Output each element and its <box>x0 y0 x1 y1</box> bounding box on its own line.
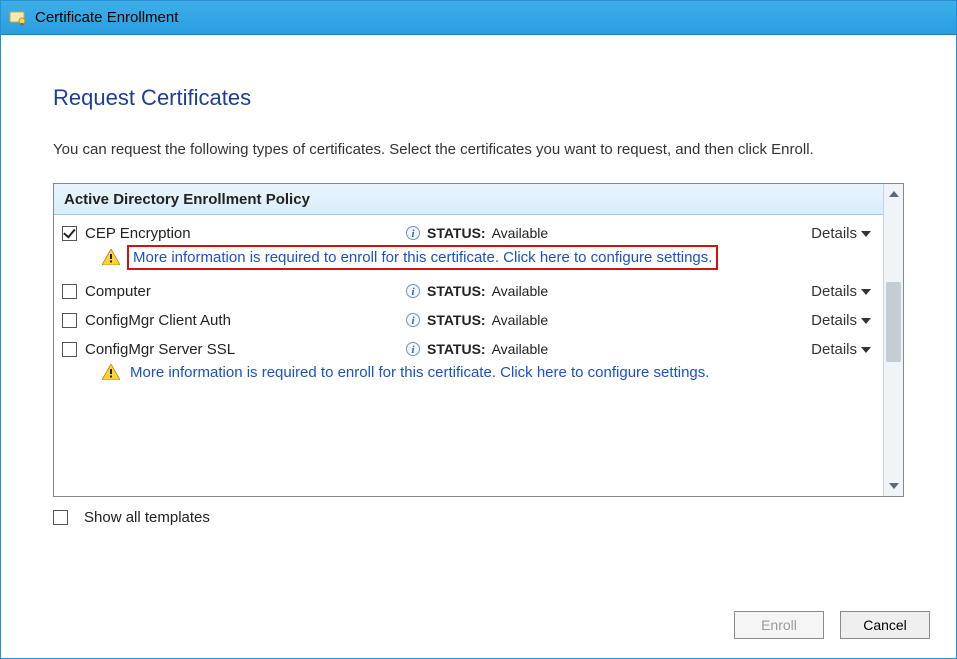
details-label: Details <box>811 341 857 358</box>
more-info-line: More information is required to enroll f… <box>102 364 871 381</box>
certificate-name: Computer <box>85 283 405 300</box>
certificate-row: ConfigMgr Server SSLi STATUS: Available Det… <box>54 333 883 389</box>
chevron-down-icon <box>861 342 871 356</box>
certificate-checkbox[interactable] <box>62 284 77 299</box>
info-icon: i <box>405 341 421 357</box>
status-value: Available <box>492 225 549 241</box>
chevron-down-icon <box>861 226 871 240</box>
scrollbar[interactable] <box>883 184 903 496</box>
status-column: i STATUS: Available <box>405 283 811 299</box>
more-info-link[interactable]: More information is required to enroll f… <box>130 248 715 267</box>
status-column: i STATUS: Available <box>405 312 811 328</box>
footer: Enroll Cancel <box>1 592 956 658</box>
status-label: STATUS: <box>427 225 486 241</box>
status-label: STATUS: <box>427 312 486 328</box>
certificate-name: ConfigMgr Client Auth <box>85 312 405 329</box>
status-column: i STATUS: Available <box>405 225 811 241</box>
certificate-row: ConfigMgr Client Authi STATUS: Available De… <box>54 304 883 333</box>
status-label: STATUS: <box>427 283 486 299</box>
info-icon: i <box>405 225 421 241</box>
certificate-row-main: CEP Encryptioni STATUS: Available Details <box>62 225 871 242</box>
details-toggle[interactable]: Details <box>811 225 871 242</box>
status-value: Available <box>492 283 549 299</box>
certificate-listbox: Active Directory Enrollment Policy CEP E… <box>53 183 904 497</box>
instructions-text: You can request the following types of c… <box>53 139 904 161</box>
window-frame: Certificate Enrollment Request Certifica… <box>0 0 957 659</box>
content-area: Request Certificates You can request the… <box>1 35 956 592</box>
info-icon: i <box>405 283 421 299</box>
certificate-list-scroll: Active Directory Enrollment Policy CEP E… <box>54 184 883 496</box>
status-value: Available <box>492 341 549 357</box>
details-toggle[interactable]: Details <box>811 283 871 300</box>
warning-icon <box>102 249 120 265</box>
chevron-down-icon <box>861 284 871 298</box>
certificate-checkbox[interactable] <box>62 342 77 357</box>
certificate-row-main: ConfigMgr Server SSLi STATUS: Available Det… <box>62 341 871 358</box>
show-all-label: Show all templates <box>84 509 210 526</box>
show-all-checkbox[interactable] <box>53 510 68 525</box>
certificate-row-main: ConfigMgr Client Authi STATUS: Available De… <box>62 312 871 329</box>
cancel-button[interactable]: Cancel <box>840 611 930 639</box>
chevron-down-icon <box>861 313 871 327</box>
more-info-line: More information is required to enroll f… <box>102 248 871 267</box>
certificate-row-main: Computeri STATUS: Available Details <box>62 283 871 300</box>
warning-icon <box>102 364 120 380</box>
status-column: i STATUS: Available <box>405 341 811 357</box>
certificate-checkbox[interactable] <box>62 313 77 328</box>
certificate-name: ConfigMgr Server SSL <box>85 341 405 358</box>
policy-header: Active Directory Enrollment Policy <box>54 184 883 215</box>
show-all-row: Show all templates <box>53 509 904 526</box>
titlebar: Certificate Enrollment <box>1 1 956 35</box>
details-label: Details <box>811 283 857 300</box>
status-value: Available <box>492 312 549 328</box>
enroll-button[interactable]: Enroll <box>734 611 824 639</box>
certificate-checkbox[interactable] <box>62 226 77 241</box>
certificate-name: CEP Encryption <box>85 225 405 242</box>
details-label: Details <box>811 225 857 242</box>
scroll-down-button[interactable] <box>884 476 903 496</box>
status-label: STATUS: <box>427 341 486 357</box>
certificate-rows: CEP EncryptioniSTATUS:AvailableDetailsMo… <box>54 215 883 395</box>
scroll-track[interactable] <box>884 204 903 476</box>
details-toggle[interactable]: Details <box>811 312 871 329</box>
window-title: Certificate Enrollment <box>35 9 178 26</box>
page-title: Request Certificates <box>53 85 904 111</box>
details-label: Details <box>811 312 857 329</box>
scroll-thumb[interactable] <box>886 282 901 362</box>
info-icon: i <box>405 312 421 328</box>
certificate-row: Computeri STATUS: Available Details <box>54 275 883 304</box>
more-info-link[interactable]: More information is required to enroll f… <box>130 364 709 381</box>
certificate-row: CEP Encryptioni STATUS: Available Details Mo… <box>54 217 883 275</box>
details-toggle[interactable]: Details <box>811 341 871 358</box>
certificate-icon <box>9 9 27 27</box>
scroll-up-button[interactable] <box>884 184 903 204</box>
